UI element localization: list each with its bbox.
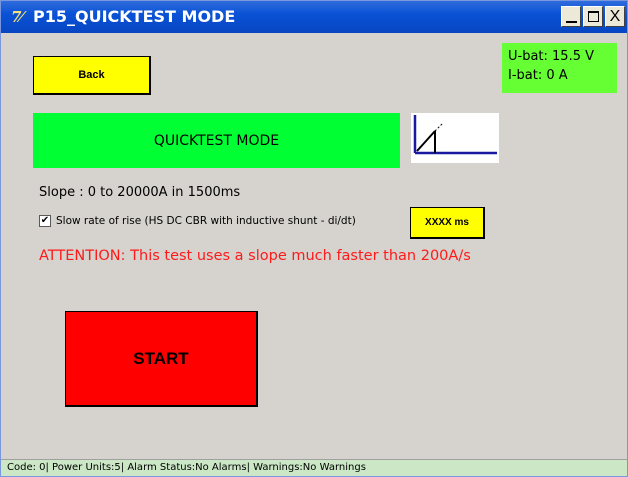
attention-warning: ATTENTION: This test uses a slope much f… (39, 248, 471, 264)
slow-rate-option: ✔ Slow rate of rise (HS DC CBR with indu… (39, 215, 356, 227)
ramp-slope-icon (411, 113, 499, 163)
start-button[interactable]: START (65, 311, 258, 407)
window-controls: X (561, 6, 625, 27)
battery-status-panel: U-bat: 15.5 V I-bat: 0 A (502, 43, 617, 93)
window-title: P15_QUICKTEST MODE (33, 7, 236, 26)
status-bar: Code: 0| Power Units:5| Alarm Status:No … (1, 459, 627, 476)
minimize-icon (565, 20, 577, 23)
mode-banner: QUICKTEST MODE (33, 113, 400, 168)
close-button[interactable]: X (605, 6, 625, 27)
slow-rate-label[interactable]: Slow rate of rise (HS DC CBR with induct… (56, 215, 356, 227)
checkmark-icon: ✔ (40, 215, 50, 226)
app-window: 7⁄ P15_QUICKTEST MODE X U-bat: 15.5 V I-… (0, 0, 628, 477)
slope-description: Slope : 0 to 20000A in 1500ms (39, 185, 241, 200)
close-icon: X (609, 7, 621, 25)
battery-current: I-bat: 0 A (508, 68, 568, 83)
rise-time-button[interactable]: XXXX ms (410, 207, 485, 239)
app-icon: 7⁄ (11, 8, 23, 26)
battery-voltage: U-bat: 15.5 V (508, 49, 595, 64)
title-bar[interactable]: 7⁄ P15_QUICKTEST MODE X (1, 1, 627, 33)
back-button[interactable]: Back (33, 56, 151, 95)
maximize-icon (587, 11, 599, 22)
slow-rate-checkbox[interactable]: ✔ (39, 215, 51, 227)
maximize-button[interactable] (583, 6, 603, 27)
minimize-button[interactable] (561, 6, 581, 27)
